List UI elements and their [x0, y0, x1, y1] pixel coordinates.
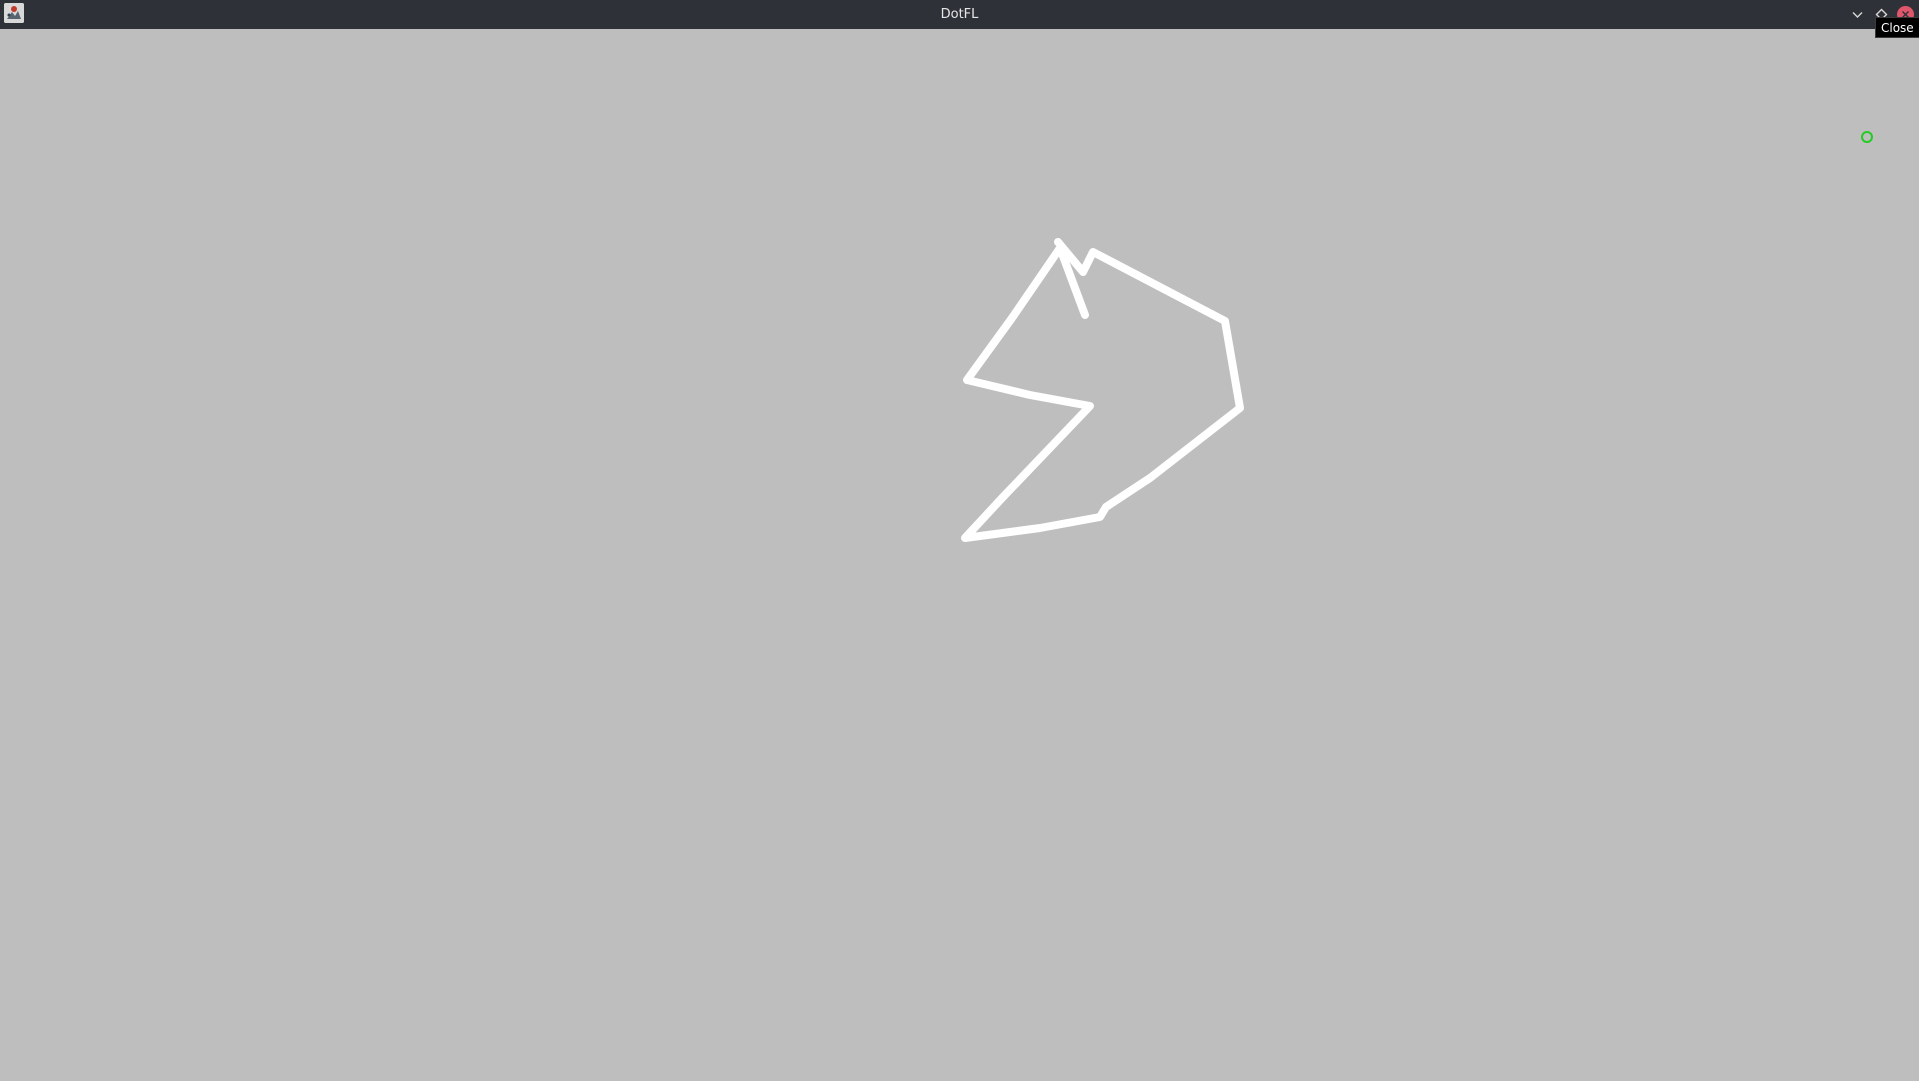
- drawing-surface: [961, 131, 1873, 542]
- app-window: DotFL Close: [0, 0, 1919, 1077]
- title-bar[interactable]: DotFL: [0, 0, 1919, 29]
- window-title: DotFL: [940, 7, 979, 22]
- drawing-canvas[interactable]: [0, 29, 1919, 1077]
- close-tooltip: Close: [1875, 17, 1919, 38]
- freehand-stroke: [961, 238, 1244, 542]
- minimize-button[interactable]: [1848, 5, 1867, 24]
- chevron-down-icon: [1852, 12, 1863, 18]
- cursor-ring: [1861, 131, 1873, 143]
